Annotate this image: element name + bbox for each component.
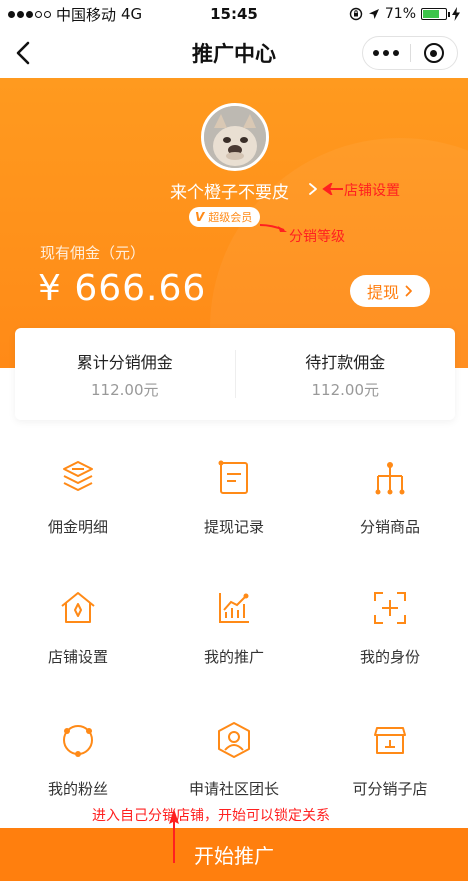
stat-label: 累计分销佣金 [76, 352, 173, 372]
stat-pending-commission[interactable]: 待打款佣金 112.00元 [236, 349, 456, 400]
annotation-arrow-icon [322, 183, 343, 195]
identity-icon [374, 592, 406, 624]
status-right: 71% [349, 6, 460, 22]
layers-icon [63, 461, 93, 491]
start-promotion-button[interactable]: 开始推广 [0, 828, 468, 881]
menu-item-sub-stores[interactable]: 可分销子店 [312, 720, 468, 799]
member-level-text: 超级会员 [208, 211, 253, 224]
commission-stats-card: 累计分销佣金 112.00元 待打款佣金 112.00元 [15, 328, 455, 420]
menu-item-label: 提现记录 [203, 518, 264, 536]
record-icon [218, 460, 248, 494]
menu-item-my-fans[interactable]: 我的粉丝 [0, 720, 156, 799]
chart-icon [219, 593, 249, 623]
page-title: 推广中心 [192, 42, 276, 66]
menu-item-label: 我的推广 [203, 648, 264, 666]
annotation-arrow-icon [259, 224, 287, 232]
location-icon [368, 9, 379, 19]
chevron-right-icon[interactable] [308, 182, 318, 196]
menu-item-my-identity[interactable]: 我的身份 [312, 588, 468, 667]
orientation-lock-icon [349, 7, 363, 21]
menu-item-label: 我的粉丝 [47, 780, 108, 798]
profile-header: 来个橙子不要皮 V 超级会员 现有佣金（元） ¥ 666.66 提现 [0, 78, 468, 368]
status-bar: 中国移动 4G 15:45 71% [0, 0, 468, 28]
leader-icon [218, 722, 250, 758]
substore-icon [374, 727, 406, 754]
commission-label: 现有佣金（元） [40, 244, 146, 262]
commission-amount: ¥ 666.66 [38, 268, 207, 309]
menu-item-label: 申请社区团长 [188, 780, 279, 798]
tree-icon [375, 462, 405, 495]
close-mini-program-icon[interactable] [411, 43, 458, 63]
menu-item-label: 我的身份 [359, 648, 420, 666]
menu-item-my-promotion[interactable]: 我的推广 [156, 588, 312, 667]
carrier-text: 中国移动 [56, 5, 117, 24]
stat-value: 112.00元 [311, 380, 380, 399]
menu-item-distribution-goods[interactable]: 分销商品 [312, 458, 468, 537]
battery-icon [421, 8, 450, 20]
menu-item-label: 分销商品 [359, 518, 420, 536]
user-name[interactable]: 来个橙子不要皮 [170, 178, 289, 203]
menu-item-withdraw-records[interactable]: 提现记录 [156, 458, 312, 537]
mini-program-capsule [362, 36, 458, 70]
stat-value: 112.00元 [91, 380, 159, 399]
withdraw-label: 提现 [366, 283, 399, 302]
menu-item-store-settings[interactable]: 店铺设置 [0, 588, 156, 667]
store-icon [61, 592, 95, 623]
menu-item-commission-details[interactable]: 佣金明细 [0, 458, 156, 537]
menu-item-label: 店铺设置 [47, 648, 108, 666]
menu-item-label: 可分销子店 [352, 780, 428, 798]
stat-label: 待打款佣金 [305, 352, 386, 372]
status-left: 中国移动 4G [8, 4, 142, 25]
fans-icon [63, 725, 93, 757]
stat-total-commission[interactable]: 累计分销佣金 112.00元 [15, 349, 235, 400]
battery-percent: 71% [384, 6, 416, 22]
back-icon[interactable] [12, 39, 38, 67]
battery-level [423, 10, 439, 18]
annotation-store-settings: 店铺设置 [344, 183, 400, 199]
more-icon[interactable] [363, 50, 410, 56]
charging-icon [452, 7, 460, 21]
nav-bar: 推广中心 [0, 28, 468, 78]
network-text: 4G [121, 5, 143, 23]
withdraw-button[interactable]: 提现 [350, 275, 430, 307]
annotation-start-hint: 进入自己分销店铺，开始可以锁定关系 [92, 808, 330, 824]
avatar[interactable] [201, 103, 269, 171]
menu-item-label: 佣金明细 [47, 518, 108, 536]
dog-avatar-image [204, 106, 266, 168]
signal-icon [8, 10, 51, 18]
annotation-arrow-icon [169, 809, 179, 863]
annotation-distribution-level: 分销等级 [289, 229, 345, 245]
vip-icon: V [195, 210, 205, 224]
chevron-right-icon [405, 285, 412, 297]
member-level-badge: V 超级会员 [189, 207, 261, 227]
start-promotion-label: 开始推广 [194, 844, 274, 868]
menu-item-apply-community-leader[interactable]: 申请社区团长 [156, 720, 312, 799]
